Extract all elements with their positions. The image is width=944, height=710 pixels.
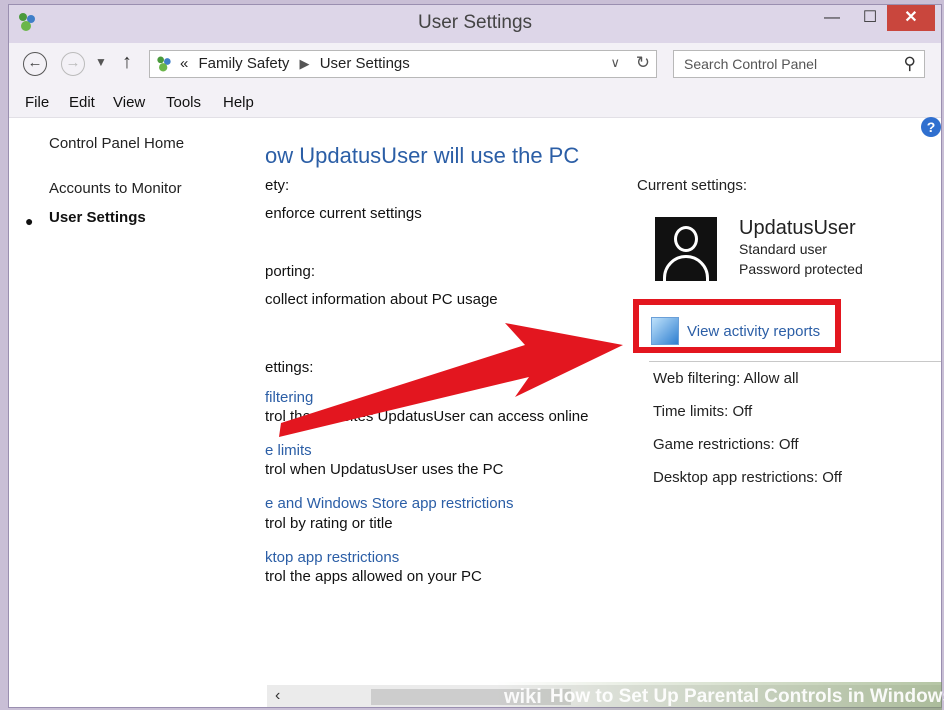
red-arrow-icon	[279, 323, 623, 437]
scroll-left-icon[interactable]: ‹	[275, 687, 280, 705]
watermark-text: How to Set Up Parental Controls in Windo…	[550, 686, 944, 707]
watermark: wiki How to Set Up Parental Controls in …	[496, 682, 944, 710]
user-settings-window: User Settings — ☐ ✕ ← → ▼ ↑ « Family Saf…	[8, 4, 942, 708]
watermark-brand: wiki	[504, 686, 542, 708]
